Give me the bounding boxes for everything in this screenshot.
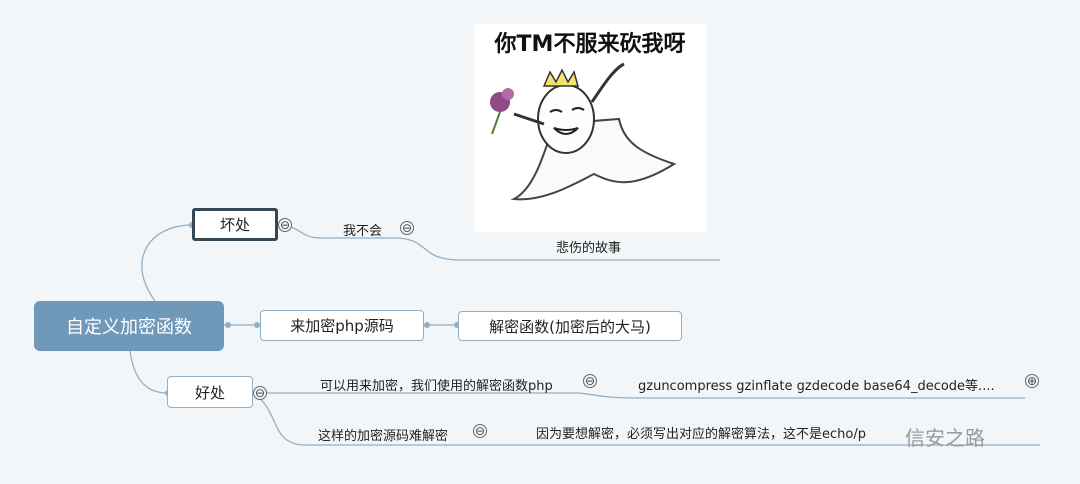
meme-image: 你TM不服来砍我呀 [474,24,706,232]
root-node[interactable]: 自定义加密函数 [34,301,224,351]
collapse-icon[interactable]: ⊖ [473,424,487,438]
root-label: 自定义加密函数 [66,317,192,338]
node-bad-label: 坏处 [219,216,250,234]
node-good-child1-sub[interactable]: gzuncompress gzinflate gzdecode base64_d… [638,375,995,394]
node-middle[interactable]: 来加密php源码 [260,310,424,341]
node-good[interactable]: 好处 [167,376,253,408]
collapse-icon[interactable]: ⊖ [400,221,414,235]
node-middle-child[interactable]: 解密函数(加密后的大马) [458,311,682,341]
watermark-text: 信安之路 [905,426,985,450]
node-good-child2[interactable]: 这样的加密源码难解密 [318,425,448,444]
collapse-icon[interactable]: ⊖ [583,374,597,388]
collapse-icon[interactable]: ⊖ [253,386,267,400]
meme-drawing [490,62,677,201]
node-good-label: 好处 [194,383,225,402]
node-bad-child[interactable]: 我不会 [343,220,382,239]
node-middle-label: 来加密php源码 [290,317,394,335]
node-good-child2-sub[interactable]: 因为要想解密，必须写出对应的解密算法，这不是echo/p [536,423,866,442]
watermark: 信安之路 [905,422,985,451]
node-bad-grandchild[interactable]: 悲伤的故事 [556,237,621,256]
expand-icon[interactable]: ⊕ [1025,374,1039,388]
node-middle-child-label: 解密函数(加密后的大马) [489,317,651,336]
node-bad[interactable]: 坏处 [192,208,278,241]
collapse-icon[interactable]: ⊖ [278,218,292,232]
node-good-child1[interactable]: 可以用来加密，我们使用的解密函数php [320,375,553,394]
